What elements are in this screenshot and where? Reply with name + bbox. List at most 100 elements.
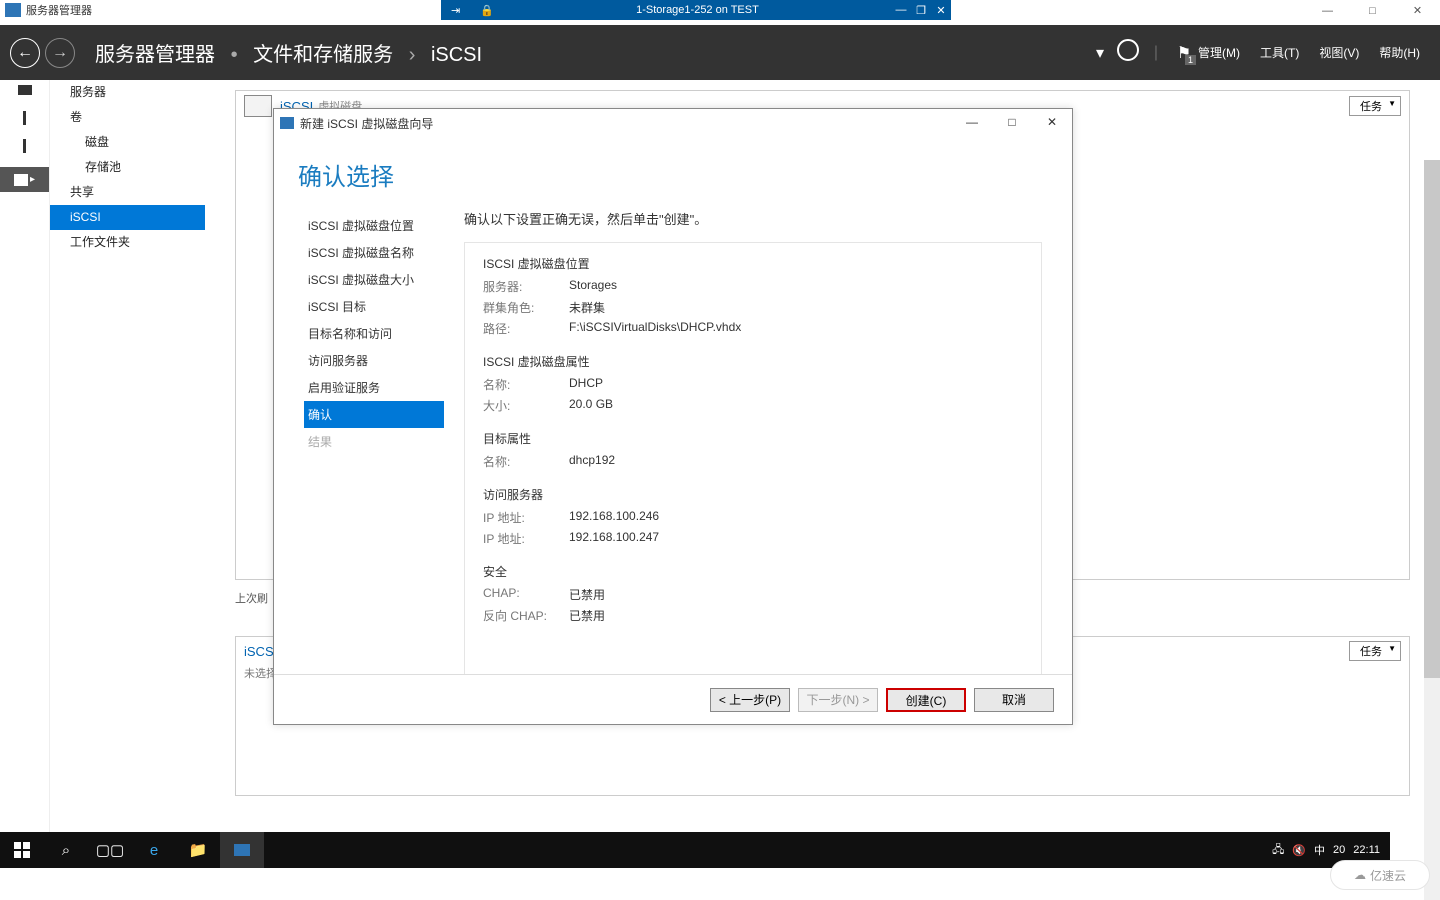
panel-icon <box>244 95 272 117</box>
targetname-value: dhcp192 <box>569 453 615 470</box>
system-tray[interactable]: 🖧 🔇 中 20 22:11 <box>1268 841 1390 860</box>
path-value: F:\iSCSIVirtualDisks\DHCP.vhdx <box>569 320 741 337</box>
rail-all-icon[interactable] <box>0 139 49 164</box>
step-access[interactable]: 访问服务器 <box>304 347 444 374</box>
next-button: 下一步(N) > <box>798 688 878 712</box>
host-window-buttons: — □ ✕ <box>1305 0 1440 25</box>
lock-icon[interactable]: 🔒 <box>480 4 494 17</box>
wizard-instruction: 确认以下设置正确无误，然后单击"创建"。 <box>464 209 1042 228</box>
wizard-heading: 确认选择 <box>274 137 1072 207</box>
vm-close[interactable]: ✕ <box>931 4 951 17</box>
section-security: 安全 <box>483 563 1023 580</box>
refresh-icon[interactable] <box>1114 39 1142 66</box>
path-label: 路径: <box>483 320 569 337</box>
app-icon <box>5 3 21 17</box>
diskname-label: 名称: <box>483 376 569 393</box>
tasks-dropdown-2[interactable]: 任务 <box>1349 641 1401 661</box>
sidebar-item-workfolders[interactable]: 工作文件夹 <box>50 230 205 255</box>
ie-icon[interactable]: e <box>132 832 176 868</box>
server-manager-header: ← → 服务器管理器 • 文件和存储服务 › iSCSI ▾ | ⚑1 管理(M… <box>0 25 1440 80</box>
start-button[interactable] <box>0 832 44 868</box>
main-scrollbar[interactable] <box>1424 160 1440 900</box>
host-close[interactable]: ✕ <box>1395 0 1440 25</box>
rchap-label: 反向 CHAP: <box>483 607 569 624</box>
step-size[interactable]: iSCSI 虚拟磁盘大小 <box>304 266 444 293</box>
wizard-maximize[interactable]: □ <box>992 109 1032 137</box>
server-value: Storages <box>569 278 617 295</box>
flag-icon[interactable]: ⚑1 <box>1170 43 1198 63</box>
menu-view[interactable]: 视图(V) <box>1319 44 1359 61</box>
section-attr: ISCSI 虚拟磁盘属性 <box>483 353 1023 370</box>
size-label: 大小: <box>483 397 569 414</box>
wizard-minimize[interactable]: — <box>952 109 992 137</box>
chap-label: CHAP: <box>483 586 569 603</box>
cancel-button[interactable]: 取消 <box>974 688 1054 712</box>
ip2-label: IP 地址: <box>483 530 569 547</box>
section-access: 访问服务器 <box>483 486 1023 503</box>
step-location[interactable]: iSCSI 虚拟磁盘位置 <box>304 212 444 239</box>
ip2-value: 192.168.100.247 <box>569 530 659 547</box>
step-name[interactable]: iSCSI 虚拟磁盘名称 <box>304 239 444 266</box>
sidebar-nav: 服务器 卷 磁盘 存储池 共享 iSCSI 工作文件夹 <box>50 80 205 832</box>
rail-local-icon[interactable] <box>0 111 49 136</box>
iscsi-wizard-dialog: 新建 iSCSI 虚拟磁盘向导 — □ ✕ 确认选择 iSCSI 虚拟磁盘位置 … <box>273 108 1073 725</box>
step-confirm[interactable]: 确认 <box>304 401 444 428</box>
diskname-value: DHCP <box>569 376 603 393</box>
crumb-svc[interactable]: 文件和存储服务 <box>253 44 393 66</box>
wizard-steps: iSCSI 虚拟磁盘位置 iSCSI 虚拟磁盘名称 iSCSI 虚拟磁盘大小 i… <box>274 207 444 687</box>
sidebar-item-shares[interactable]: 共享 <box>50 180 205 205</box>
nav-back-button[interactable]: ← <box>10 38 40 68</box>
crumb-leaf[interactable]: iSCSI <box>431 44 482 66</box>
dropdown-icon[interactable]: ▾ <box>1086 43 1114 63</box>
wizard-footer: < 上一步(P) 下一步(N) > 创建(C) 取消 <box>274 674 1072 724</box>
sidebar-item-iscsi[interactable]: iSCSI <box>50 205 205 230</box>
wizard-title: 新建 iSCSI 虚拟磁盘向导 <box>300 115 433 132</box>
taskview-icon[interactable]: ▢▢ <box>88 832 132 868</box>
menu-help[interactable]: 帮助(H) <box>1379 44 1420 61</box>
sidebar-item-volumes[interactable]: 卷 <box>50 105 205 130</box>
servermanager-taskbar-icon[interactable] <box>220 832 264 868</box>
vm-connection-bar: ⇥ 🔒 1-Storage1-252 on TEST — ❐ ✕ <box>441 0 951 20</box>
tray-network-icon[interactable]: 🖧 <box>1272 841 1284 860</box>
app-title: 服务器管理器 <box>26 2 92 18</box>
rail-files-icon[interactable]: ▸ <box>0 167 49 192</box>
tasks-dropdown[interactable]: 任务 <box>1349 96 1401 116</box>
tray-sound-icon[interactable]: 🔇 <box>1292 844 1306 857</box>
section-location: ISCSI 虚拟磁盘位置 <box>483 255 1023 272</box>
role-value: 未群集 <box>569 299 605 316</box>
prev-button[interactable]: < 上一步(P) <box>710 688 790 712</box>
step-target-name[interactable]: 目标名称和访问 <box>304 320 444 347</box>
chap-value: 已禁用 <box>569 586 605 603</box>
host-maximize[interactable]: □ <box>1350 0 1395 25</box>
wizard-titlebar[interactable]: 新建 iSCSI 虚拟磁盘向导 — □ ✕ <box>274 109 1072 137</box>
left-rail: ▸ <box>0 80 50 832</box>
pin-icon[interactable]: ⇥ <box>451 4 460 17</box>
menu-manage[interactable]: 管理(M) <box>1198 44 1240 61</box>
search-icon[interactable]: ⌕ <box>44 832 88 868</box>
host-minimize[interactable]: — <box>1305 0 1350 25</box>
crumb-root[interactable]: 服务器管理器 <box>95 44 215 66</box>
step-target[interactable]: iSCSI 目标 <box>304 293 444 320</box>
step-result: 结果 <box>304 428 444 455</box>
sidebar-item-disks[interactable]: 磁盘 <box>50 130 205 155</box>
explorer-icon[interactable]: 📁 <box>176 832 220 868</box>
menu-tools[interactable]: 工具(T) <box>1260 44 1299 61</box>
create-button[interactable]: 创建(C) <box>886 688 966 712</box>
wizard-close[interactable]: ✕ <box>1032 109 1072 137</box>
taskbar: ⌕ ▢▢ e 📁 🖧 🔇 中 20 22:11 <box>0 832 1390 868</box>
tray-ime[interactable]: 中 <box>1314 842 1325 858</box>
vm-minimize[interactable]: — <box>891 4 911 16</box>
breadcrumb: 服务器管理器 • 文件和存储服务 › iSCSI <box>95 38 482 67</box>
sidebar-item-pools[interactable]: 存储池 <box>50 155 205 180</box>
sidebar-item-servers[interactable]: 服务器 <box>50 80 205 105</box>
step-auth[interactable]: 启用验证服务 <box>304 374 444 401</box>
rail-dashboard-icon[interactable] <box>0 83 49 108</box>
role-label: 群集角色: <box>483 299 569 316</box>
targetname-label: 名称: <box>483 453 569 470</box>
nav-forward-button[interactable]: → <box>45 38 75 68</box>
tray-extra: 20 <box>1333 844 1345 856</box>
server-label: 服务器: <box>483 278 569 295</box>
vm-restore[interactable]: ❐ <box>911 4 931 17</box>
tray-time[interactable]: 22:11 <box>1353 844 1380 856</box>
vm-title: 1-Storage1-252 on TEST <box>504 4 891 16</box>
